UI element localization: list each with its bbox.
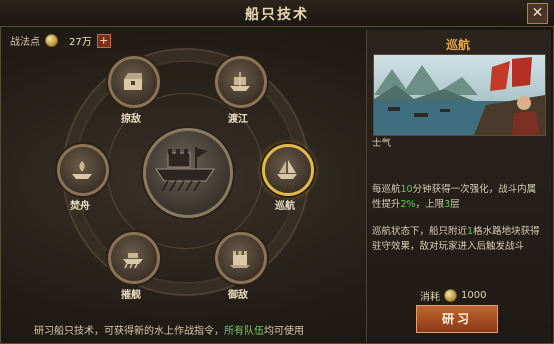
skill-node-patrol[interactable] [262,144,314,196]
node-label-destroy-ship: 摧舰 [121,290,141,301]
hint-suffix: 均可使用 [264,326,304,337]
p1-text-d: 层 [450,199,460,210]
p2-text-a: 巡航状态下，船只附近 [372,226,468,237]
skill-node-burn-boats[interactable] [57,144,109,196]
skill-node-defend[interactable] [215,232,267,284]
center-warship [143,128,233,218]
sail-ship-icon [277,160,297,179]
points-amount: 27万 [69,37,92,48]
detail-text-continued: 士气 [372,136,544,151]
cost-value: 1000 [461,290,487,301]
skill-illustration-art [374,55,545,135]
node-label-plunder: 掠敌 [121,114,141,125]
skill-illustration [373,54,546,136]
node-label-burn-boats: 焚舟 [70,201,90,212]
points-label: 战法点 [10,37,40,48]
node-label-cross-river: 渡江 [228,114,248,125]
node-label-defend: 御敌 [228,290,248,301]
footer-hint: 研习船只技术，可获得新的水上作战指令，所有队伍均可使用 [34,322,304,337]
hint-text: 研习船只技术，可获得新的水上作战指令， [34,326,224,337]
detail-paragraph-2: 巡航状态下，船只附近1格水路地块获得驻守效果，敌对玩家进入后触发战斗 [372,224,544,254]
coin-icon [444,289,457,302]
tactic-points: 战法点 27万 + [10,33,111,48]
title-bar: 船只技术 [0,0,554,27]
p1-text-a: 每巡航 [372,184,401,195]
add-points-button[interactable]: + [96,33,111,48]
skill-node-cross-river[interactable] [215,56,267,108]
cost-label: 消耗 [420,292,440,303]
study-button[interactable]: 研习 [416,305,498,333]
detail-title: 巡航 [445,38,470,52]
warship-icon [155,147,215,192]
window-title: 船只技术 [245,7,309,23]
fire-ship-icon [72,161,92,179]
close-button[interactable]: ✕ [527,3,548,24]
galley-icon [123,253,143,269]
coin-icon [45,34,58,47]
detail-paragraph-1: 每巡航10分钟获得一次强化，战斗内属性提升2%，上限3层 [372,182,544,212]
skill-node-plunder[interactable] [108,56,160,108]
skill-node-destroy-ship[interactable] [108,232,160,284]
detail-line-0: 士气 [372,138,392,149]
cost-row: 消耗 1000 [420,288,486,303]
p1-text-c: ，上限 [415,199,445,210]
chest-icon [124,73,142,90]
node-label-patrol: 巡航 [275,201,295,212]
ship-icon [230,72,250,91]
p1-num-percent: 2% [400,199,416,210]
castle-icon [230,251,250,268]
p1-num-minutes: 10 [400,184,413,195]
hint-highlight: 所有队伍 [224,326,264,337]
